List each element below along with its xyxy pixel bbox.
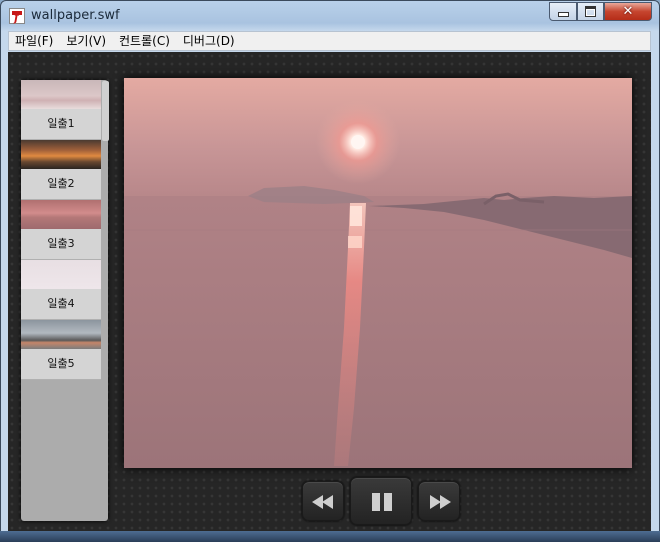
menu-file[interactable]: 파일(F) [9, 32, 60, 50]
thumbnail-item-5[interactable]: 일출5 [21, 320, 101, 380]
menu-debug[interactable]: 디버그(D) [177, 32, 242, 50]
close-icon: ✕ [622, 4, 634, 19]
title-bar[interactable]: wallpaper.swf ✕ [1, 1, 659, 31]
maximize-button[interactable] [577, 2, 604, 21]
close-button[interactable]: ✕ [604, 2, 652, 21]
menu-bar: 파일(F) 보기(V) 컨트롤(C) 디버그(D) [8, 31, 651, 51]
wallpaper-viewer[interactable] [124, 78, 632, 468]
window-title: wallpaper.swf [31, 8, 120, 23]
thumbnail-label-3: 일출3 [47, 237, 75, 250]
rewind-button[interactable] [302, 481, 344, 521]
thumbnail-label-2: 일출2 [47, 177, 75, 190]
thumbnail-item-1[interactable]: 일출1 [21, 80, 101, 140]
thumbnail-image-2 [21, 140, 101, 169]
minimize-button[interactable] [549, 2, 577, 21]
menu-view[interactable]: 보기(V) [60, 32, 113, 50]
pause-button[interactable] [350, 477, 412, 525]
sunrise-photo [124, 78, 632, 468]
thumbnail-sidebar: 일출1 일출2 일출3 일출4 일출5 [21, 80, 109, 521]
thumbnail-label-4: 일출4 [47, 297, 75, 310]
thumbnail-label-5: 일출5 [47, 357, 75, 370]
playback-controls [302, 477, 462, 525]
thumbnail-label-1: 일출1 [47, 117, 75, 130]
thumbnail-item-3[interactable]: 일출3 [21, 200, 101, 260]
desktop-background-strip [0, 531, 660, 542]
flash-player-icon [9, 8, 25, 24]
thumbnail-item-2[interactable]: 일출2 [21, 140, 101, 200]
rewind-icon [312, 495, 333, 509]
fast-forward-icon [430, 495, 451, 509]
minimize-icon [557, 12, 569, 17]
app-window: wallpaper.swf ✕ 파일(F) 보기(V) 컨트롤(C) 디버그(D… [0, 0, 660, 542]
menu-control[interactable]: 컨트롤(C) [113, 32, 177, 50]
thumbnail-image-1 [21, 80, 101, 109]
thumbnail-image-3 [21, 200, 101, 229]
maximize-icon [585, 6, 596, 17]
fast-forward-button[interactable] [418, 481, 460, 521]
thumbnail-image-5 [21, 320, 101, 349]
thumbnail-image-4 [21, 260, 101, 289]
sidebar-scroll-handle[interactable] [102, 81, 109, 141]
thumbnail-item-4[interactable]: 일출4 [21, 260, 101, 320]
flash-stage: 일출1 일출2 일출3 일출4 일출5 [8, 52, 651, 532]
pause-icon [372, 493, 392, 511]
